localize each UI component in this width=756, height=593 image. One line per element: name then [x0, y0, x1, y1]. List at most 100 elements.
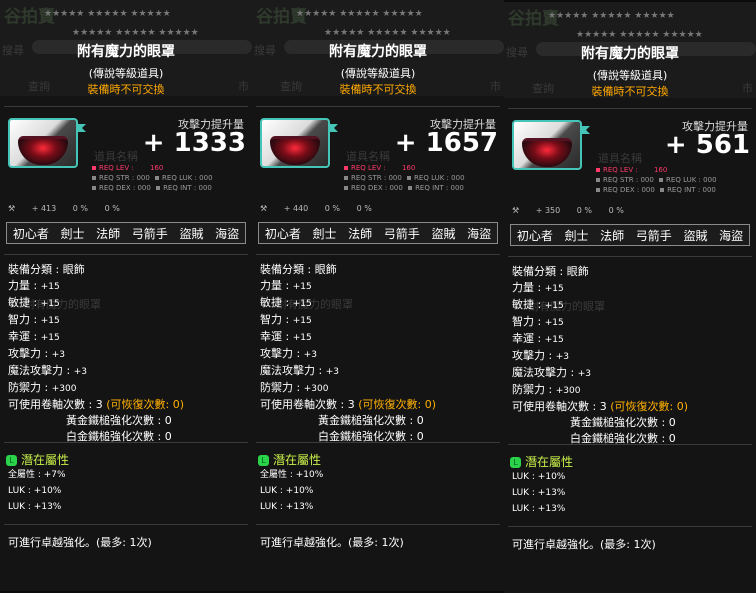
item-name: 附有魔力的眼罩 [77, 44, 175, 60]
def-row: 防禦力 : +300 [8, 380, 184, 397]
req-dex-bullet-icon [344, 186, 348, 190]
item-trade-restriction: 裝備時不可交換 [87, 83, 165, 96]
attack-increase-value: + 1657 [394, 128, 498, 158]
stat-c-value: 0 % [356, 204, 372, 213]
scroll-row: 可使用卷軸次數 : 3 (可恢復次數: 0) [512, 399, 688, 415]
def-label: 防禦力 : [8, 381, 49, 394]
req-int-label: REQ INT : [163, 184, 197, 192]
category-row: 裝備分類 : 眼飾 [8, 263, 85, 276]
req-level-row: REQ LEV : 160 [92, 163, 213, 173]
scroll-row: 可使用卷軸次數 : 3 (可恢復次數: 0) [260, 397, 436, 413]
potential-label: 潛在屬性 [21, 453, 70, 467]
req-int-bullet-icon [660, 188, 665, 192]
req-luk-label: REQ LUK : [414, 174, 449, 182]
potential-line: 全屬性 : +10% [260, 470, 324, 480]
requirements-block: REQ LEV : 160 REQ STR : 000 REQ LUK : 00… [596, 165, 717, 195]
req-dex-int-row: REQ DEX : 000 REQ INT : 000 [596, 185, 717, 195]
item-stats: 裝備分類 : 眼飾 力量 : +15 敏捷 : +15 智力 : +15 幸運 … [512, 264, 688, 447]
divider [4, 254, 248, 255]
job-bowman: 弓箭手 [131, 226, 168, 241]
req-str-bullet-icon [596, 178, 600, 182]
req-dex-label: REQ DEX : [99, 184, 136, 192]
req-dex-bullet-icon [596, 188, 600, 192]
item-trade-restriction: 裝備時不可交換 [591, 85, 669, 98]
item-trade-restriction: 裝備時不可交換 [339, 83, 417, 96]
req-dex-int-row: REQ DEX : 000 REQ INT : 000 [92, 183, 213, 193]
dex-row: 敏捷 : +15 [8, 295, 184, 312]
divider [508, 256, 752, 257]
background-stars: ★★★★★ ★★★★★ ★★★★★ [324, 28, 451, 38]
atk-value: +3 [51, 350, 65, 360]
item-stat-row: ⚒ + 440 0 % 0 % [260, 204, 386, 213]
stat-b-value: 0 % [72, 204, 89, 213]
def-label: 防禦力 : [512, 383, 553, 396]
job-magician: 法師 [96, 226, 121, 241]
item-icon-frame [512, 120, 590, 170]
str-label: 力量 : [512, 281, 542, 294]
luk-label: 幸運 : [8, 330, 38, 343]
str-value: +15 [292, 282, 312, 292]
divider [256, 254, 500, 255]
potential-label: 潛在屬性 [273, 453, 322, 467]
str-row: 力量 : +15 [260, 278, 436, 295]
ghost-item-name-header: 道具名稱 [346, 150, 390, 163]
eye-patch-icon [522, 138, 572, 167]
potential-lines: 全屬性 : +7% LUK : +10% LUK : +13% [8, 467, 66, 515]
dex-label: 敏捷 : [512, 298, 542, 311]
divider [508, 444, 752, 445]
job-bowman: 弓箭手 [383, 226, 420, 241]
req-int-value: 000 [702, 186, 716, 194]
req-str-luk-row: REQ STR : 000 REQ LUK : 000 [92, 173, 213, 183]
item-grade: (傳說等級道具) [340, 67, 416, 80]
req-level-row: REQ LEV : 160 [596, 165, 717, 175]
potential-icon: L [510, 457, 521, 468]
req-str-value: 000 [640, 176, 654, 184]
divider [256, 106, 500, 107]
gold-hammer-row: 黃金鐵槌強化次數 : 0 [318, 414, 424, 427]
def-value: +300 [51, 384, 77, 394]
potential-header: L 潛在屬性 [510, 453, 573, 470]
eye-patch-icon [270, 136, 320, 165]
req-level-value: 160 [149, 164, 164, 172]
req-int-bullet-icon [408, 186, 413, 190]
job-pirate: 海盜 [719, 228, 744, 243]
star-force-note: 可進行卓越強化。(最多: 1次) [512, 538, 656, 551]
potential-icon: L [258, 455, 269, 466]
matk-row: 魔法攻擊力 : +3 [512, 365, 688, 382]
divider [508, 526, 752, 527]
luk-row: 幸運 : +15 [512, 331, 688, 348]
scroll-slots: 可使用卷軸次數 : 3 [512, 400, 607, 413]
atk-row: 攻擊力 : +3 [260, 346, 436, 363]
dex-row: 敏捷 : +15 [512, 297, 688, 314]
luk-value: +15 [40, 333, 60, 343]
upgrade-icon: ⚒ [260, 204, 268, 213]
req-level-bullet-icon [596, 168, 600, 172]
req-level-bullet-icon [344, 166, 348, 170]
atk-label: 攻擊力 : [260, 347, 301, 360]
matk-row: 魔法攻擊力 : +3 [8, 363, 184, 380]
matk-value: +3 [325, 367, 339, 377]
icon-frame-tab [328, 124, 338, 132]
req-luk-bullet-icon [407, 176, 412, 180]
def-label: 防禦力 : [260, 381, 301, 394]
def-value: +300 [555, 386, 581, 396]
int-value: +15 [544, 318, 564, 328]
potential-header: L 潛在屬性 [258, 451, 321, 468]
int-row: 智力 : +15 [512, 314, 688, 331]
stat-a-value: + 413 [31, 204, 57, 213]
job-thief: 盜賊 [179, 226, 204, 241]
scroll-slots: 可使用卷軸次數 : 3 [8, 398, 103, 411]
int-value: +15 [40, 316, 60, 326]
req-level-value: 160 [653, 166, 668, 174]
upgrade-icon: ⚒ [8, 204, 16, 213]
dex-label: 敏捷 : [260, 296, 290, 309]
stat-b-value: 0 % [576, 206, 593, 215]
job-beginner: 初心者 [516, 228, 553, 243]
req-level-label: REQ LEV : [351, 164, 386, 172]
req-level-label: REQ LEV : [99, 164, 134, 172]
req-dex-value: 000 [137, 184, 151, 192]
scroll-slots: 可使用卷軸次數 : 3 [260, 398, 355, 411]
potential-header: L 潛在屬性 [6, 451, 69, 468]
job-pirate: 海盜 [467, 226, 492, 241]
req-level-row: REQ LEV : 160 [344, 163, 465, 173]
